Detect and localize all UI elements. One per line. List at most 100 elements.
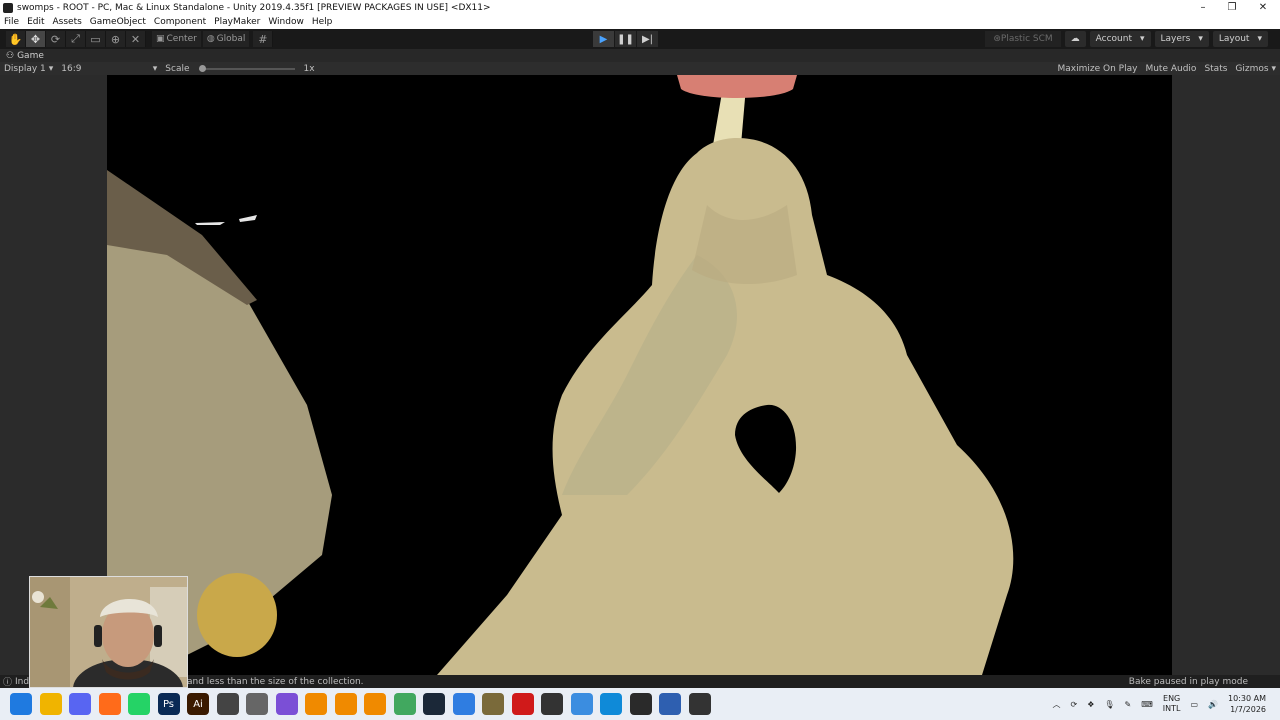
maximize-on-play-toggle[interactable]: Maximize On Play [1058, 64, 1138, 74]
status-bar: ⓘ Inde and less than the size of the col… [0, 675, 1280, 688]
pen-icon[interactable]: ✎ [1125, 700, 1132, 709]
edge-icon[interactable] [600, 693, 622, 715]
discord-icon[interactable] [69, 693, 91, 715]
scale-value: 1x [303, 63, 315, 74]
window-title: swomps - ROOT - PC, Mac & Linux Standalo… [17, 2, 491, 13]
menu-help[interactable]: Help [308, 17, 337, 27]
space-global-button[interactable]: ◍ Global [202, 31, 250, 47]
plastic-scm-icon: ⊛ [993, 34, 1001, 44]
app-purple-icon[interactable] [275, 693, 298, 715]
language-indicator[interactable]: ENG INTL [1163, 694, 1181, 714]
snap-grid-icon[interactable]: # [253, 31, 274, 47]
layers-dropdown[interactable]: Layers ▾ [1154, 31, 1209, 47]
app-bug-icon[interactable] [482, 693, 504, 715]
rect-icon[interactable]: ▭ [86, 31, 106, 47]
move-icon[interactable]: ✥ [26, 31, 46, 47]
chevron-down-icon: ▾ [1257, 34, 1262, 44]
aspect-dropdown[interactable]: 16:9 ▾ [57, 64, 161, 74]
webcam-overlay [29, 576, 188, 688]
whatsapp-icon[interactable] [128, 693, 150, 715]
display-label: Display 1 [4, 63, 46, 74]
golden-disc [197, 573, 277, 657]
clock[interactable]: 10:30 AM 1/7/2026 [1228, 693, 1266, 715]
chevron-down-icon: ▾ [1271, 63, 1276, 74]
scale-control: Scale 1x [161, 64, 318, 74]
hand-icon[interactable]: ✋ [6, 31, 26, 47]
close-button[interactable]: ✕ [1248, 0, 1278, 15]
status-message[interactable]: and less than the size of the collection… [187, 677, 364, 687]
main-toolbar: ✋ ✥ ⟳ ⤢ ▭ ⊕ ✕ ▣ Center ◍ Global # ▶ ❚❚ ▶… [0, 29, 1280, 49]
photoshop-icon[interactable]: Ps [157, 693, 180, 715]
sync-icon[interactable]: ⟳ [1071, 700, 1078, 709]
menu-assets[interactable]: Assets [49, 17, 86, 27]
custom-tool-icon[interactable]: ✕ [126, 31, 146, 47]
unity-logo-icon [3, 2, 13, 13]
game-viewport[interactable] [107, 75, 1172, 675]
chevron-down-icon: ▾ [1198, 34, 1203, 44]
keyboard-icon[interactable]: ⌨ [1141, 700, 1153, 709]
record-icon[interactable] [511, 693, 534, 715]
firefox-icon[interactable] [98, 693, 121, 715]
mute-audio-toggle[interactable]: Mute Audio [1145, 64, 1196, 74]
display-dropdown[interactable]: Display 1 ▾ [0, 64, 57, 74]
menu-file[interactable]: File [0, 17, 23, 27]
menu-window[interactable]: Window [264, 17, 308, 27]
window-tab-bar: ⚇ Game [0, 49, 1280, 62]
microphone-icon[interactable]: 🎙 [1104, 700, 1114, 709]
gizmos-dropdown[interactable]: Gizmos ▾ [1235, 64, 1276, 74]
volume-icon[interactable]: 🔊 [1208, 700, 1218, 709]
notepad-icon[interactable] [452, 693, 475, 715]
menu-playmaker[interactable]: PlayMaker [210, 17, 264, 27]
terminal-icon[interactable] [629, 693, 652, 715]
pivot-center-button[interactable]: ▣ Center [152, 31, 201, 47]
clock-time: 10:30 AM [1228, 694, 1266, 703]
maximize-button[interactable]: ❐ [1217, 0, 1247, 15]
layout-label: Layout [1218, 34, 1250, 44]
app-bolt-icon[interactable] [659, 693, 681, 715]
tab-game[interactable]: ⚇ Game [0, 51, 50, 61]
account-dropdown[interactable]: Account ▾ [1089, 31, 1151, 47]
unity-hub-icon[interactable] [216, 693, 239, 715]
minimize-button[interactable]: – [1188, 0, 1218, 15]
taskbar-apps: Ps Ai [10, 693, 718, 715]
chevron-down-icon: ▾ [1140, 34, 1145, 44]
scale-icon[interactable]: ⤢ [66, 31, 86, 47]
scale-label: Scale [165, 63, 190, 74]
window-titlebar: swomps - ROOT - PC, Mac & Linux Standalo… [0, 0, 1280, 15]
start-icon[interactable] [10, 693, 32, 715]
chrome-icon[interactable] [570, 693, 593, 715]
file-explorer-icon[interactable] [39, 693, 62, 715]
pause-button[interactable]: ❚❚ [615, 31, 636, 47]
media-icon[interactable] [541, 693, 563, 715]
menu-gameobject[interactable]: GameObject [86, 17, 150, 27]
menu-edit[interactable]: Edit [23, 17, 48, 27]
app-green-icon[interactable] [393, 693, 416, 715]
windows-taskbar: Ps Ai ︿ ⟳ ❖ 🎙 ✎ ⌨ ENG INTL ▭ 🔊 10:30 AM 1… [0, 688, 1280, 720]
mushroom-cap [677, 75, 797, 98]
illustrator-icon[interactable]: Ai [187, 693, 209, 715]
transform-icon[interactable]: ⊕ [106, 31, 126, 47]
chevron-up-icon[interactable]: ︿ [1053, 699, 1061, 710]
menu-component[interactable]: Component [150, 17, 210, 27]
step-button[interactable]: ▶| [637, 31, 658, 47]
stats-toggle[interactable]: Stats [1204, 64, 1227, 74]
gizmos-label: Gizmos [1235, 63, 1269, 74]
dropbox-icon[interactable]: ❖ [1087, 700, 1094, 709]
steam-icon[interactable] [423, 693, 445, 715]
space-label: Global [216, 34, 246, 44]
blender-2-icon[interactable] [334, 693, 357, 715]
scale-slider[interactable] [198, 64, 295, 72]
plastic-scm-label: Plastic SCM [1000, 34, 1053, 44]
network-icon[interactable]: ▭ [1190, 700, 1198, 709]
unity-icon[interactable] [246, 693, 268, 715]
play-button[interactable]: ▶ [593, 31, 614, 47]
globe-icon: ◍ [206, 34, 215, 44]
plastic-scm-button[interactable]: ⊛ Plastic SCM [985, 31, 1061, 47]
visual-studio-icon[interactable] [688, 693, 711, 715]
rotate-icon[interactable]: ⟳ [46, 31, 66, 47]
scale-slider-knob[interactable] [198, 64, 206, 72]
blender-3-icon[interactable] [364, 693, 386, 715]
layout-dropdown[interactable]: Layout ▾ [1212, 31, 1268, 47]
blender-icon[interactable] [305, 693, 327, 715]
cloud-button[interactable]: ☁ [1064, 31, 1086, 47]
